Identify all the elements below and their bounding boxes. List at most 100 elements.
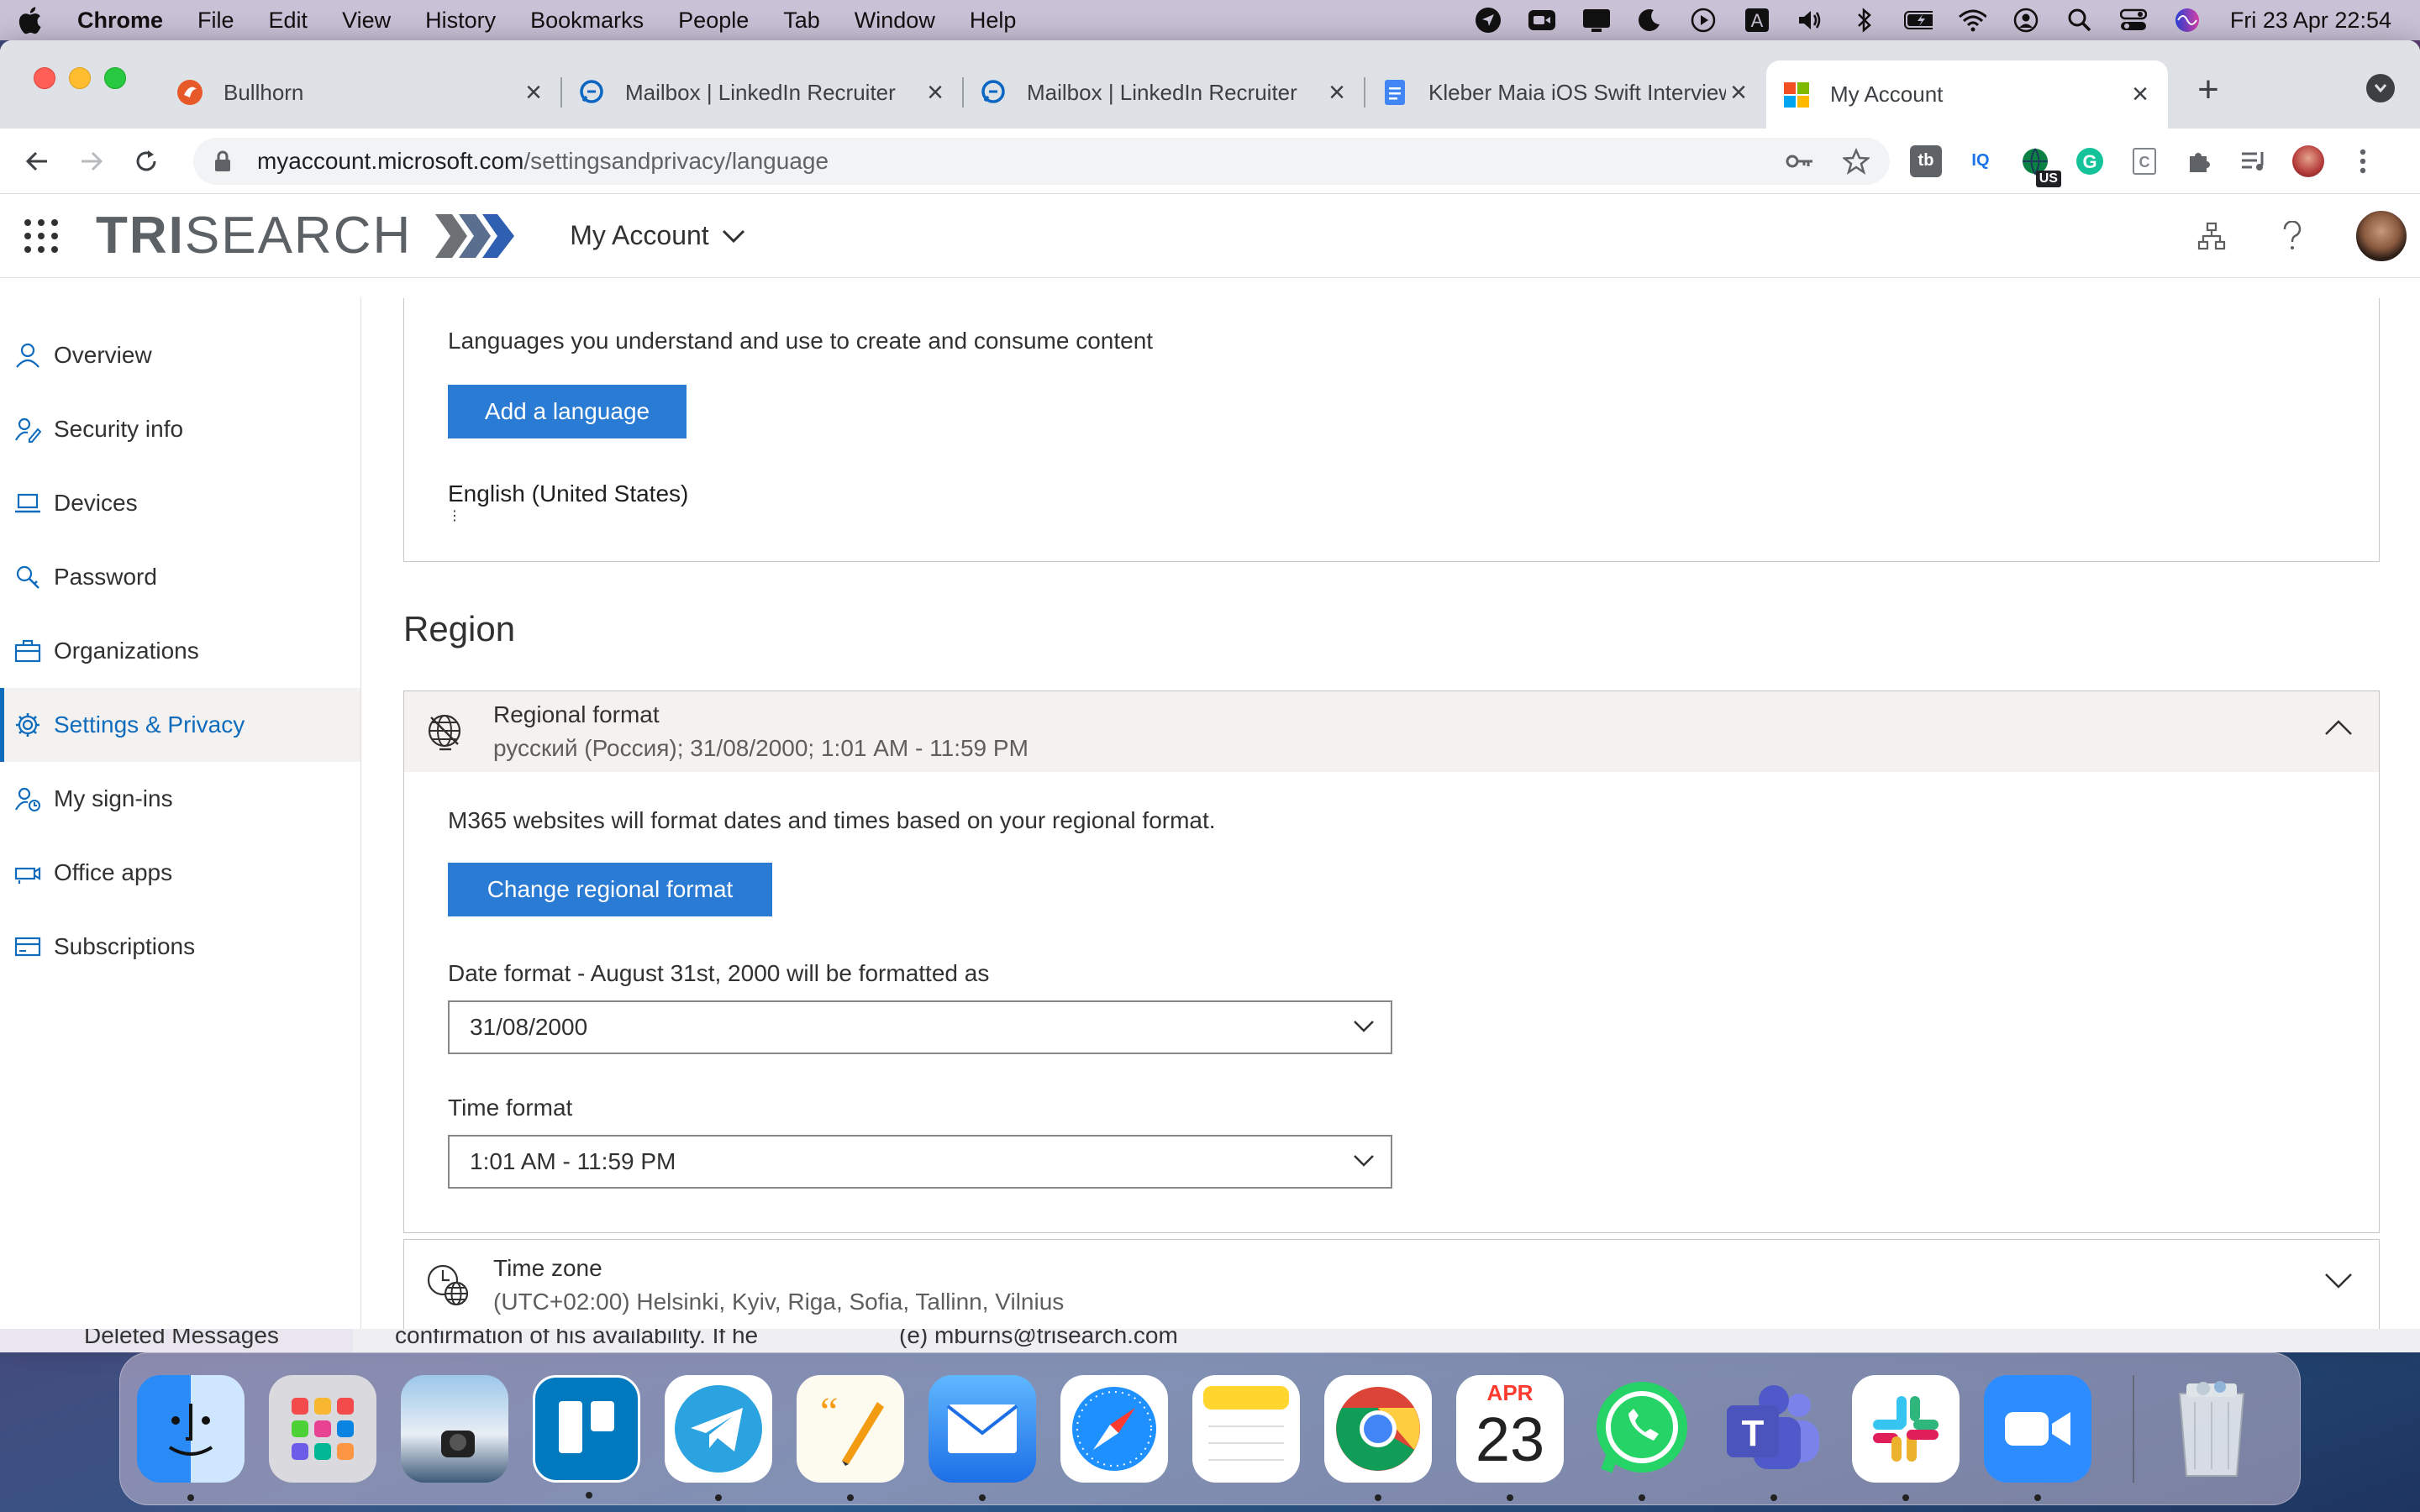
more-options-icon[interactable]: ⋮	[448, 507, 461, 524]
chrome-icon[interactable]	[1324, 1375, 1432, 1501]
iq-extension-icon[interactable]: IQ	[1965, 145, 1996, 177]
time-format-select[interactable]: 1:01 AM - 11:59 PM	[448, 1135, 1392, 1189]
tab-google-doc[interactable]: Kleber Maia iOS Swift Interview ×	[1365, 60, 1766, 124]
globe-extension-icon[interactable]: US	[2019, 145, 2061, 187]
puzzle-extensions-icon[interactable]	[2183, 145, 2215, 177]
telegram-icon[interactable]	[665, 1375, 772, 1501]
pages-icon[interactable]: “	[797, 1375, 904, 1501]
menu-file[interactable]: File	[197, 8, 234, 34]
menu-help[interactable]: Help	[970, 8, 1017, 34]
profile-avatar-icon[interactable]	[2291, 144, 2324, 177]
address-bar[interactable]: myaccount.microsoft.com/settingsandpriva…	[192, 137, 1890, 185]
whatsapp-icon[interactable]	[1588, 1375, 1696, 1501]
launchpad-icon[interactable]	[269, 1375, 376, 1483]
moon-icon[interactable]	[1635, 6, 1664, 34]
sidebar-item-my-sign-ins[interactable]: My sign-ins	[0, 762, 360, 836]
change-regional-format-button[interactable]: Change regional format	[448, 863, 772, 916]
my-account-menu[interactable]: My Account	[570, 220, 745, 251]
slack-icon[interactable]	[1852, 1375, 1960, 1501]
menu-window[interactable]: Window	[855, 8, 935, 34]
calendar-icon[interactable]: APR 23	[1456, 1375, 1564, 1501]
bullhorn-icon	[176, 79, 203, 106]
regional-format-header[interactable]: Regional format русский (Россия); 31/08/…	[404, 691, 2379, 772]
org-chart-icon[interactable]	[2193, 218, 2230, 255]
minimize-window-button[interactable]	[69, 67, 91, 89]
app-launcher-icon[interactable]	[22, 217, 60, 255]
mail-icon[interactable]	[929, 1375, 1036, 1501]
sidebar-item-office-apps[interactable]: Office apps	[0, 836, 360, 910]
menu-people[interactable]: People	[678, 8, 749, 34]
tab-search-icon[interactable]	[2366, 74, 2395, 102]
menu-edit[interactable]: Edit	[269, 8, 308, 34]
add-language-button[interactable]: Add a language	[448, 385, 687, 438]
chrome-menu-icon[interactable]	[2347, 145, 2379, 177]
volume-icon[interactable]	[1797, 6, 1825, 34]
sidebar-item-overview[interactable]: Overview	[0, 318, 360, 392]
close-icon[interactable]: ×	[521, 76, 546, 108]
reload-icon[interactable]	[129, 143, 165, 180]
lock-icon[interactable]	[213, 150, 239, 173]
reading-list-icon[interactable]	[2238, 145, 2270, 177]
wifi-icon[interactable]	[1958, 6, 1986, 34]
chevron-up-icon[interactable]	[2323, 718, 2354, 737]
close-window-button[interactable]	[34, 67, 55, 89]
menu-history[interactable]: History	[425, 8, 496, 34]
sidebar-item-password[interactable]: Password	[0, 540, 360, 614]
tab-linkedin-mailbox-1[interactable]: Mailbox | LinkedIn Recruiter ×	[561, 60, 964, 124]
teams-icon[interactable]: T	[1720, 1375, 1828, 1501]
preview-icon[interactable]	[401, 1375, 508, 1483]
trisearch-logo[interactable]: TRISEARCH	[96, 207, 516, 265]
control-center-icon[interactable]	[2119, 6, 2148, 34]
close-icon[interactable]: ×	[1726, 76, 1751, 108]
sidebar-item-settings-privacy[interactable]: Settings & Privacy	[0, 688, 360, 762]
bluetooth-icon[interactable]	[1850, 6, 1879, 34]
menu-view[interactable]: View	[342, 8, 391, 34]
video-camera-icon[interactable]	[1528, 6, 1556, 34]
chevron-down-icon[interactable]	[2323, 1272, 2354, 1290]
siri-icon[interactable]	[2173, 6, 2202, 34]
user-circle-icon[interactable]	[2012, 6, 2040, 34]
tab-bullhorn[interactable]: Bullhorn ×	[160, 60, 562, 124]
tab-title: Bullhorn	[224, 79, 304, 105]
back-arrow-icon[interactable]	[18, 143, 55, 180]
bookmark-star-icon[interactable]	[1842, 147, 1870, 175]
grammarly-icon[interactable]: G	[2074, 145, 2106, 177]
trash-icon[interactable]	[2158, 1375, 2265, 1483]
help-icon[interactable]	[2274, 218, 2311, 255]
close-icon[interactable]: ×	[2128, 78, 2153, 110]
sidebar-item-devices[interactable]: Devices	[0, 466, 360, 540]
time-zone-card[interactable]: Time zone (UTC+02:00) Helsinki, Kyiv, Ri…	[403, 1239, 2380, 1329]
menu-app-name[interactable]: Chrome	[77, 8, 163, 34]
menu-bookmarks[interactable]: Bookmarks	[530, 8, 644, 34]
close-icon[interactable]: ×	[923, 76, 948, 108]
user-avatar[interactable]	[2354, 208, 2408, 263]
new-tab-button[interactable]: +	[2183, 65, 2233, 115]
input-source-icon[interactable]: A	[1743, 6, 1771, 34]
forward-arrow-icon[interactable]	[73, 143, 109, 180]
apple-icon[interactable]	[17, 6, 49, 34]
finder-icon[interactable]	[137, 1375, 245, 1501]
zoom-window-button[interactable]	[104, 67, 126, 89]
date-format-select[interactable]: 31/08/2000	[448, 1000, 1392, 1054]
battery-icon[interactable]	[1903, 6, 1933, 34]
spotlight-search-icon[interactable]	[2065, 6, 2094, 34]
close-icon[interactable]: ×	[1324, 76, 1349, 108]
notes-icon[interactable]	[1192, 1375, 1300, 1483]
sidebar-item-security-info[interactable]: Security info	[0, 392, 360, 466]
tab-linkedin-mailbox-2[interactable]: Mailbox | LinkedIn Recruiter ×	[963, 60, 1365, 124]
display-icon[interactable]	[1581, 6, 1610, 34]
tab-my-account[interactable]: My Account ×	[1766, 60, 2168, 129]
menu-tab[interactable]: Tab	[783, 8, 820, 34]
location-arrow-icon[interactable]	[1474, 6, 1502, 34]
key-icon[interactable]	[1786, 153, 1814, 170]
trello-icon[interactable]	[533, 1375, 640, 1499]
menu-bar-clock[interactable]: Fri 23 Apr 22:54	[2230, 8, 2391, 34]
safari-icon[interactable]	[1060, 1375, 1168, 1483]
sidebar-item-subscriptions[interactable]: Subscriptions	[0, 910, 360, 984]
clipper-extension-icon[interactable]: C	[2128, 145, 2160, 177]
svg-text:A: A	[1751, 10, 1764, 31]
tb-extension-icon[interactable]: tb	[1909, 144, 1942, 177]
play-circle-icon[interactable]	[1689, 6, 1718, 34]
sidebar-item-organizations[interactable]: Organizations	[0, 614, 360, 688]
zoom-icon[interactable]	[1984, 1375, 2091, 1501]
